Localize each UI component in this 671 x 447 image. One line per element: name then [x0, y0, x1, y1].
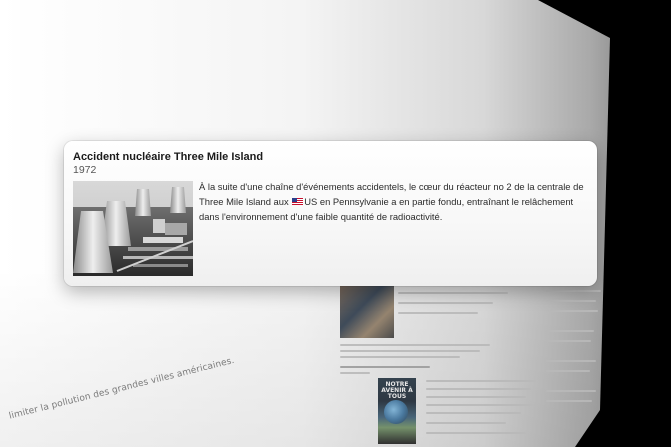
text-line: [398, 312, 478, 314]
article-sidebar: [546, 290, 606, 440]
text-line: [546, 300, 596, 302]
text-line: [340, 356, 460, 358]
text-line: [398, 292, 508, 294]
text-line: [340, 372, 370, 374]
article-thumbnail: [340, 286, 394, 338]
text-line: [426, 380, 536, 382]
text-line: [546, 370, 590, 372]
text-line: [546, 400, 592, 402]
text-line: [546, 390, 596, 392]
text-line: [398, 302, 493, 304]
text-line: [546, 310, 598, 312]
text-line: [426, 412, 521, 414]
event-title: Accident nucléaire Three Mile Island: [73, 151, 264, 163]
text-line: [426, 388, 531, 390]
globe-icon: [384, 400, 408, 424]
text-line: [546, 290, 601, 292]
text-line: [426, 422, 506, 424]
text-line: [426, 432, 526, 434]
text-line: [340, 350, 480, 352]
event-popup-card[interactable]: Accident nucléaire Three Mile Island 197…: [64, 141, 597, 286]
event-year: 1972: [73, 164, 97, 176]
book-cover-title: NOTRE AVENIR À TOUS: [381, 381, 413, 400]
text-line: [340, 344, 490, 346]
text-line: [340, 366, 430, 368]
timeline-viewport[interactable]: limiter la pollution des grandes villes …: [0, 0, 671, 447]
text-line: [426, 404, 536, 406]
us-flag-icon: [292, 198, 304, 205]
background-article[interactable]: NOTRE AVENIR À TOUS: [336, 282, 606, 447]
event-description: À la suite d'une chaîne d'événements acc…: [199, 179, 584, 224]
text-line: [546, 330, 594, 332]
text-line: [546, 340, 591, 342]
text-line: [546, 360, 596, 362]
nuclear-plant-photo: [73, 181, 193, 276]
text-line: [426, 396, 526, 398]
